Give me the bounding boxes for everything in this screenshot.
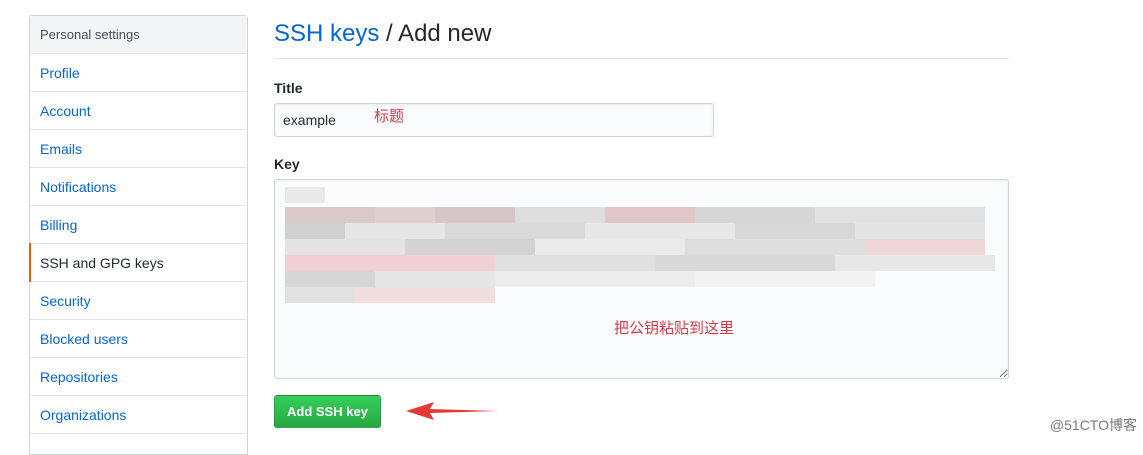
sidebar-item-security[interactable]: Security: [30, 282, 247, 320]
watermark: @51CTO博客: [1049, 417, 1137, 433]
key-label: Key: [274, 156, 300, 172]
sidebar-item-emails[interactable]: Emails: [30, 130, 247, 168]
arrow-annotation-icon: [406, 402, 498, 420]
sidebar-item-profile[interactable]: Profile: [30, 54, 247, 92]
sidebar-item-organizations[interactable]: Organizations: [30, 396, 247, 434]
sidebar-header: Personal settings: [30, 16, 247, 54]
sidebar-item-account[interactable]: Account: [30, 92, 247, 130]
title-input[interactable]: [274, 103, 714, 137]
sidebar-item-repositories[interactable]: Repositories: [30, 358, 247, 396]
add-ssh-key-button[interactable]: Add SSH key: [274, 395, 381, 428]
breadcrumb-current: / Add new: [379, 20, 492, 47]
title-label: Title: [274, 80, 303, 96]
title-annotation: 标题: [374, 107, 405, 125]
sidebar-item-ssh-gpg-keys[interactable]: SSH and GPG keys: [29, 243, 247, 282]
settings-sidebar: Personal settings Profile Account Emails…: [29, 15, 248, 455]
breadcrumb-ssh-keys-link[interactable]: SSH keys: [274, 20, 379, 47]
sidebar-item-blocked-users[interactable]: Blocked users: [30, 320, 247, 358]
page-title: SSH keys / Add new: [274, 20, 1009, 59]
key-textarea[interactable]: [274, 179, 1009, 379]
key-annotation: 把公钥粘贴到这里: [614, 319, 735, 337]
sidebar-item-notifications[interactable]: Notifications: [30, 168, 247, 206]
sidebar-item-billing[interactable]: Billing: [30, 206, 247, 244]
